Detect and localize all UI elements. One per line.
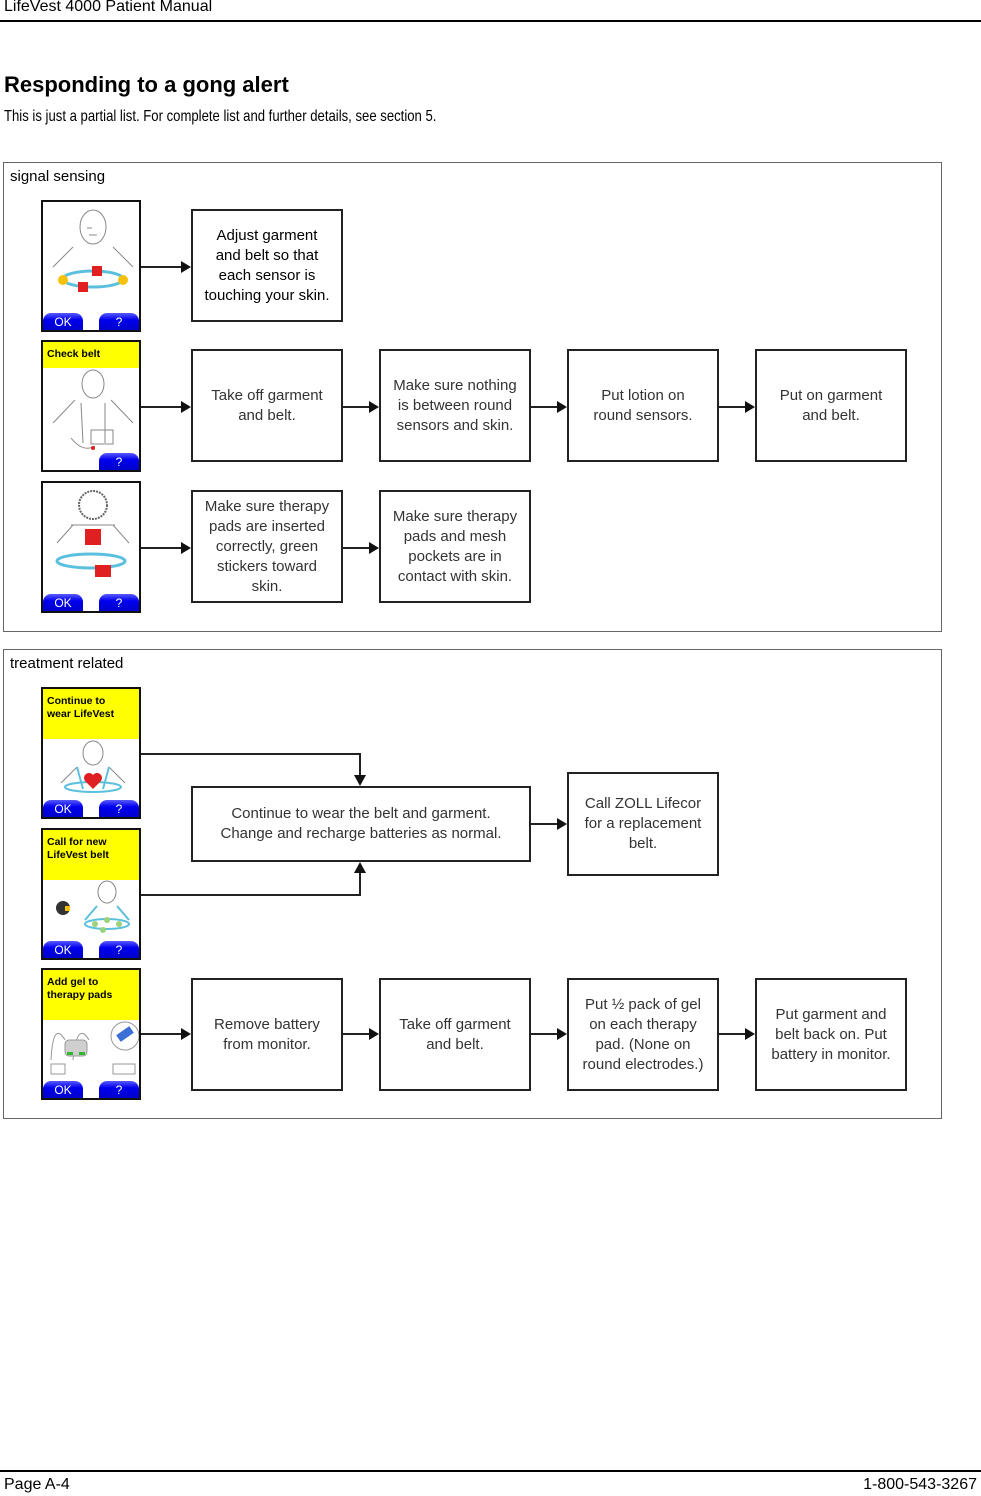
flow-arrow bbox=[141, 261, 191, 273]
help-button: ? bbox=[99, 941, 139, 958]
flow-arrow bbox=[531, 1028, 567, 1040]
phone-belt-figure-icon bbox=[56, 880, 130, 933]
step-box: Adjust garment and belt so that each sen… bbox=[191, 209, 343, 322]
flow-arrow bbox=[531, 818, 567, 830]
connector-line bbox=[141, 894, 361, 896]
flow-arrow bbox=[531, 401, 567, 413]
step-box: Put lotion on round sensors. bbox=[567, 349, 719, 462]
page-heading: Responding to a gong alert bbox=[4, 72, 289, 97]
help-button: ? bbox=[99, 594, 139, 611]
ok-button: OK bbox=[43, 800, 83, 817]
connector-line bbox=[359, 872, 361, 896]
sensors-off-figure-icon bbox=[52, 209, 134, 292]
ok-button: OK bbox=[43, 594, 83, 611]
panel-label: signal sensing bbox=[10, 168, 106, 185]
flow-arrow bbox=[141, 1028, 191, 1040]
step-box: Make sure nothing is between round senso… bbox=[379, 349, 531, 462]
ok-button: OK bbox=[43, 941, 83, 958]
step-box: Continue to wear the belt and garment. C… bbox=[191, 786, 531, 862]
step-box: Put garment and belt back on. Put batter… bbox=[755, 978, 907, 1091]
ok-button: OK bbox=[43, 1081, 83, 1098]
help-button: ? bbox=[99, 453, 139, 470]
step-box: Call ZOLL Lifecor for a replacement belt… bbox=[567, 772, 719, 876]
connector-line bbox=[359, 753, 361, 777]
flow-arrow bbox=[719, 1028, 755, 1040]
ok-button: OK bbox=[43, 313, 83, 330]
device-screen-add-gel: Add gel to therapy pads OK ? bbox=[41, 968, 141, 1100]
step-box: Take off garment and belt. bbox=[191, 349, 343, 462]
help-button: ? bbox=[99, 313, 139, 330]
step-box: Remove battery from monitor. bbox=[191, 978, 343, 1091]
flow-arrow bbox=[343, 542, 379, 554]
screen-banner: Check belt bbox=[43, 342, 139, 368]
device-screen-call-new-belt: Call for new LifeVest belt OK ? bbox=[41, 828, 141, 960]
intro-text: This is just a partial list. For complet… bbox=[4, 108, 437, 125]
step-box: Put on garment and belt. bbox=[755, 349, 907, 462]
document-header-title: LifeVest 4000 Patient Manual bbox=[4, 0, 213, 15]
therapy-pads-figure-icon bbox=[55, 490, 130, 577]
screen-banner: Call for new LifeVest belt bbox=[43, 830, 139, 880]
connector-line bbox=[141, 753, 361, 755]
flow-arrow bbox=[719, 401, 755, 413]
device-screen-therapy-pads: OK ? bbox=[41, 481, 141, 613]
device-screen-check-belt: Check belt ? bbox=[41, 340, 141, 472]
step-box: Put ½ pack of gel on each therapy pad. (… bbox=[567, 978, 719, 1091]
help-button: ? bbox=[99, 800, 139, 817]
flow-arrow bbox=[343, 401, 379, 413]
arrow-head-down bbox=[354, 775, 366, 786]
panel-label: treatment related bbox=[10, 655, 124, 672]
device-screen-sensor-alert: OK ? bbox=[41, 200, 141, 332]
screen-banner: Continue to wear LifeVest bbox=[43, 689, 139, 739]
footer-divider bbox=[0, 1470, 981, 1472]
heart-figure-icon bbox=[60, 740, 126, 793]
belt-check-figure-icon bbox=[52, 369, 134, 450]
flow-arrow bbox=[141, 401, 191, 413]
device-screen-continue-wearing: Continue to wear LifeVest OK ? bbox=[41, 687, 141, 819]
step-box: Take off garment and belt. bbox=[379, 978, 531, 1091]
header-divider bbox=[0, 20, 981, 22]
signal-sensing-panel: signal sensing OK ? Adjust garment and b… bbox=[3, 162, 942, 632]
flow-arrow bbox=[141, 542, 191, 554]
gel-pads-figure-icon bbox=[50, 1021, 139, 1075]
step-box: Make sure therapy pads and mesh pockets … bbox=[379, 490, 531, 603]
treatment-related-panel: treatment related Continue to wear LifeV… bbox=[3, 649, 942, 1119]
screen-banner: Add gel to therapy pads bbox=[43, 970, 139, 1020]
support-phone: 1-800-543-3267 bbox=[863, 1476, 977, 1493]
page-number: Page A-4 bbox=[4, 1476, 70, 1493]
flow-arrow bbox=[343, 1028, 379, 1040]
step-box: Make sure therapy pads are inserted corr… bbox=[191, 490, 343, 603]
help-button: ? bbox=[99, 1081, 139, 1098]
arrow-head-up bbox=[354, 862, 366, 873]
